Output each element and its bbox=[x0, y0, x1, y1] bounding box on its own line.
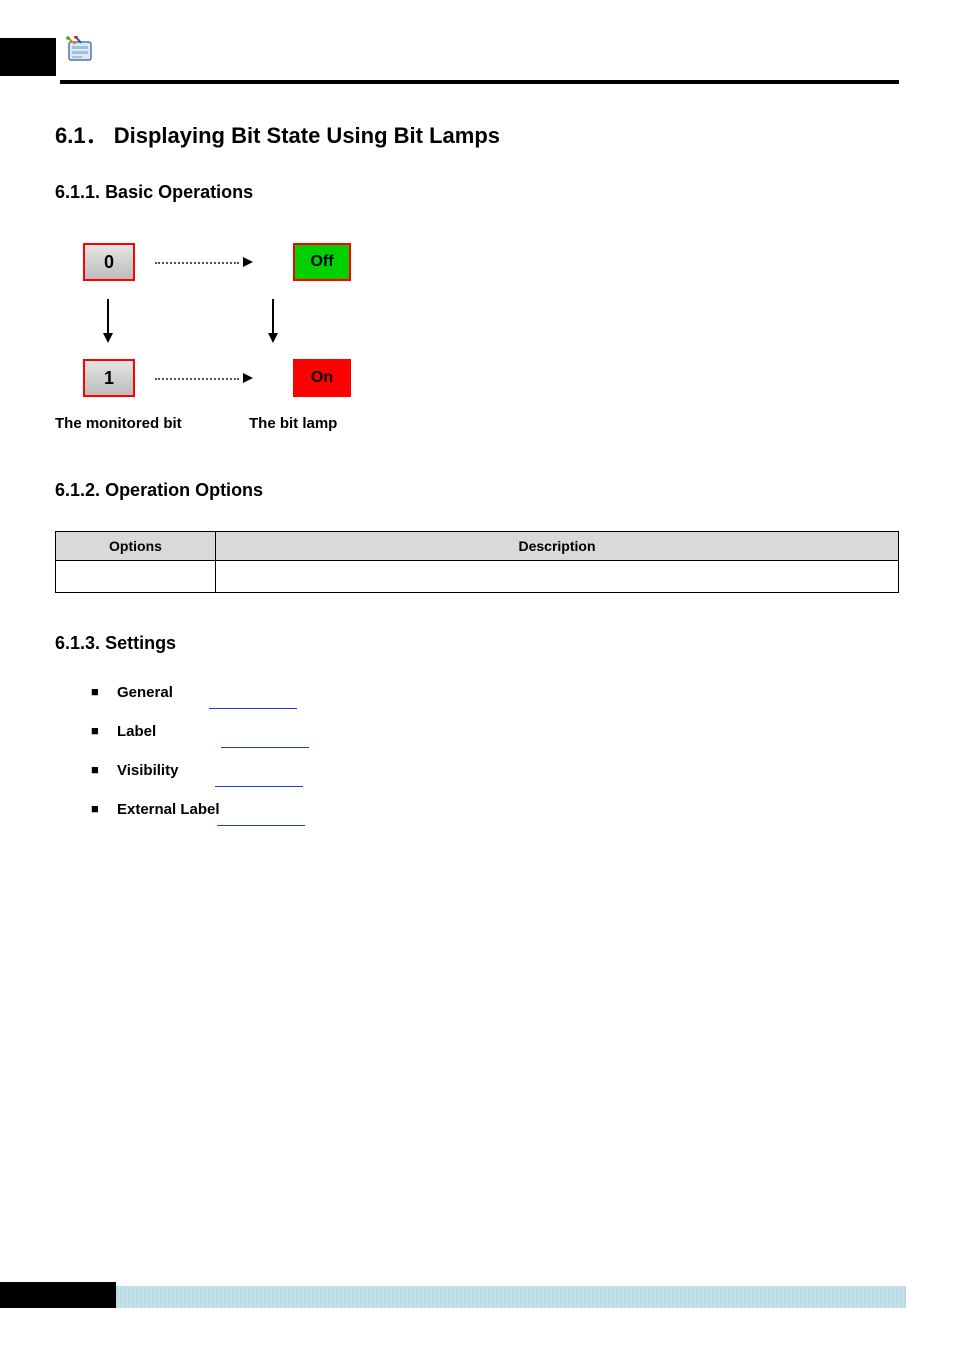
footer-accent-block bbox=[0, 1282, 116, 1308]
link-placeholder[interactable] bbox=[209, 707, 297, 709]
section-heading: 6.1． Displaying Bit State Using Bit Lamp… bbox=[55, 118, 899, 150]
bit-lamp-diagram: 0 Off 1 On The monitored bit The bit lam… bbox=[55, 243, 365, 432]
subsection-3-heading: 6.1.3. Settings bbox=[55, 633, 899, 654]
arrow-down-icon bbox=[107, 299, 109, 341]
subsection-1-heading: 6.1.1. Basic Operations bbox=[55, 182, 899, 203]
table-header-row: Options Description bbox=[56, 532, 899, 561]
link-placeholder[interactable] bbox=[221, 746, 309, 748]
section-number: 6.1 bbox=[55, 123, 86, 148]
table-cell-options-empty bbox=[56, 561, 216, 593]
header-accent-block bbox=[0, 38, 56, 76]
list-item: General bbox=[91, 684, 899, 709]
caption-monitored-bit: The monitored bit bbox=[55, 415, 225, 432]
page-content: 6.1． Displaying Bit State Using Bit Lamp… bbox=[55, 110, 899, 840]
diagram-row-off: 0 Off bbox=[55, 243, 365, 281]
link-placeholder[interactable] bbox=[215, 785, 303, 787]
setting-general-label: General bbox=[117, 684, 173, 701]
col-header-description: Description bbox=[216, 532, 899, 561]
header-rule bbox=[60, 80, 899, 84]
setting-external-label-label: External Label bbox=[117, 801, 220, 818]
document-tool-icon bbox=[66, 36, 94, 64]
list-item: Visibility bbox=[91, 762, 899, 787]
subsection-3-title: Settings bbox=[105, 633, 176, 653]
section-title-text: Displaying Bit State Using Bit Lamps bbox=[114, 123, 500, 148]
diagram-row-on: 1 On bbox=[55, 359, 365, 397]
table-row bbox=[56, 561, 899, 593]
options-table: Options Description bbox=[55, 531, 899, 593]
page-root: 6.1． Displaying Bit State Using Bit Lamp… bbox=[0, 0, 954, 1350]
diagram-captions: The monitored bit The bit lamp bbox=[55, 415, 365, 432]
link-placeholder[interactable] bbox=[217, 824, 305, 826]
arrow-right-icon bbox=[155, 262, 253, 263]
list-item: External Label bbox=[91, 801, 899, 826]
setting-visibility-label: Visibility bbox=[117, 762, 178, 779]
caption-bit-lamp: The bit lamp bbox=[249, 415, 337, 432]
arrow-right-icon bbox=[155, 378, 253, 379]
col-header-options: Options bbox=[56, 532, 216, 561]
subsection-2-number: 6.1.2. bbox=[55, 480, 100, 500]
subsection-2-title: Operation Options bbox=[105, 480, 263, 500]
setting-label-label: Label bbox=[117, 723, 156, 740]
bit-lamp-off: Off bbox=[293, 243, 351, 281]
monitored-bit-off: 0 bbox=[83, 243, 135, 281]
arrow-down-icon bbox=[272, 299, 274, 341]
table-cell-description-empty bbox=[216, 561, 899, 593]
footer-bar bbox=[0, 1286, 906, 1308]
settings-list: General Label Visibility External Label bbox=[55, 684, 899, 826]
monitored-bit-on: 1 bbox=[83, 359, 135, 397]
bit-lamp-on: On bbox=[293, 359, 351, 397]
subsection-1-title: Basic Operations bbox=[105, 182, 253, 202]
subsection-3-number: 6.1.3. bbox=[55, 633, 100, 653]
subsection-2-heading: 6.1.2. Operation Options bbox=[55, 480, 899, 501]
list-item: Label bbox=[91, 723, 899, 748]
subsection-1-number: 6.1.1. bbox=[55, 182, 100, 202]
